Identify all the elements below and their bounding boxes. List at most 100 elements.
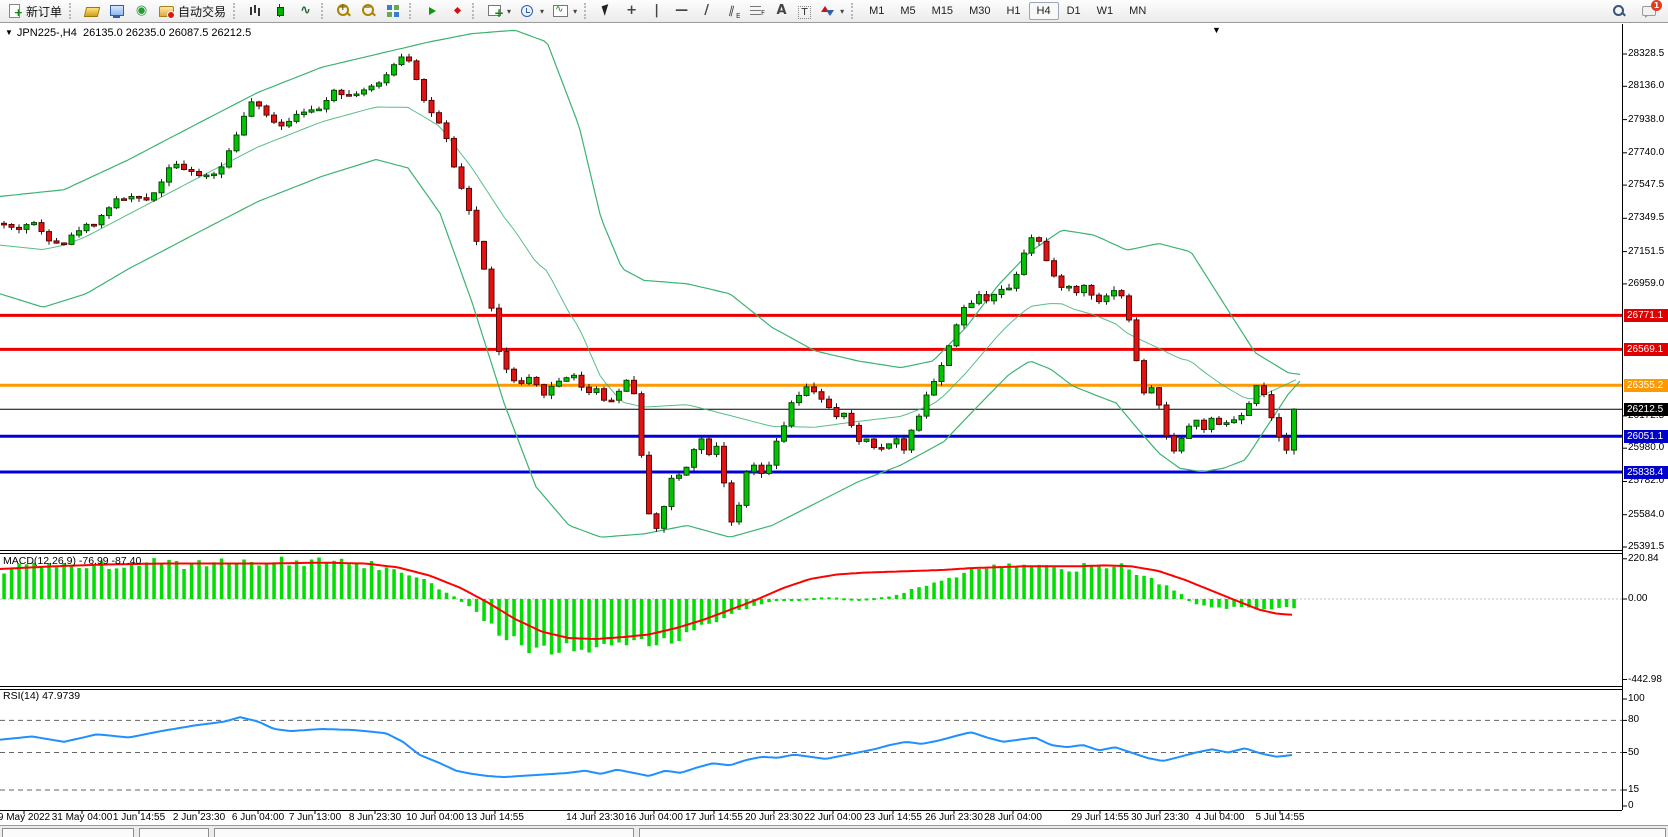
- templates-button[interactable]: ▾: [548, 2, 581, 21]
- new-order-button[interactable]: 新订单: [2, 2, 66, 21]
- time-axis-label: 13 Jun 14:55: [466, 812, 524, 823]
- dropdown-arrow-icon[interactable]: ▾: [840, 7, 844, 16]
- timeframe-h1[interactable]: H1: [998, 2, 1028, 20]
- chart-title: ▼JPN225-,H4 26135.0 26235.0 26087.5 2621…: [5, 27, 251, 39]
- price-axis-tick: 27740.0: [1628, 147, 1664, 159]
- timeframe-m5[interactable]: M5: [892, 2, 923, 20]
- dropdown-arrow-icon[interactable]: ▾: [507, 7, 511, 16]
- timeframe-w1[interactable]: W1: [1089, 2, 1122, 20]
- toolbar-group-separator: [321, 3, 327, 19]
- horizontal-line-icon: —: [673, 3, 690, 19]
- price-axis-tick: 26959.0: [1628, 278, 1664, 290]
- price-axis-tick: 0: [1628, 800, 1634, 812]
- period-clock-icon: [519, 3, 536, 19]
- notification-badge: 1: [1651, 0, 1662, 11]
- toolbar-group-separator: [472, 3, 478, 19]
- time-axis-label: 17 Jun 14:55: [685, 812, 743, 823]
- time-axis-label: 1 Jun 14:55: [113, 812, 165, 823]
- rsi-indicator-label: RSI(14) 47.9739: [3, 690, 80, 702]
- current-price-label: 26212.5: [1624, 403, 1668, 416]
- dropdown-arrow-icon[interactable]: ▾: [573, 7, 577, 16]
- bar-chart-icon: [247, 3, 264, 19]
- zoom-out-icon: −: [360, 3, 377, 19]
- period-clock-button[interactable]: ▾: [515, 2, 548, 21]
- price-axis-tick: 0.00: [1628, 593, 1647, 605]
- trendline-icon: /: [698, 3, 715, 19]
- chat-button[interactable]: 1: [1637, 2, 1662, 21]
- auto-scroll-button[interactable]: [419, 2, 444, 21]
- timeframe-m30[interactable]: M30: [961, 2, 998, 20]
- new-chart-icon: [486, 3, 503, 19]
- price-axis-tick: -442.98: [1628, 674, 1662, 686]
- price-line-label: 26355.2: [1624, 379, 1668, 392]
- status-bar: [0, 825, 1668, 837]
- timeframe-mn[interactable]: MN: [1121, 2, 1154, 20]
- price-axis-tick: 15: [1628, 784, 1639, 796]
- trendline-button[interactable]: /: [694, 2, 719, 21]
- fibonacci-icon: [748, 3, 765, 19]
- arrows-button[interactable]: ▾: [815, 2, 848, 21]
- line-chart-button[interactable]: ∿: [293, 2, 318, 21]
- price-axis-tick: 220.84: [1628, 553, 1659, 565]
- status-cell: [2, 828, 134, 837]
- chart-shift-icon: [448, 3, 465, 19]
- chart-shift-button[interactable]: [444, 2, 469, 21]
- market-watch-button[interactable]: [104, 2, 129, 21]
- zoom-in-button[interactable]: +: [331, 2, 356, 21]
- search-button[interactable]: [1606, 2, 1631, 21]
- timeframe-h4[interactable]: H4: [1029, 2, 1059, 20]
- chat-icon: 1: [1641, 3, 1658, 19]
- status-cell: [139, 828, 209, 837]
- time-axis-label: 22 Jun 04:00: [804, 812, 862, 823]
- status-cell: [214, 828, 634, 837]
- price-chart-canvas[interactable]: [0, 0, 1668, 837]
- new-chart-button[interactable]: ▾: [482, 2, 515, 21]
- time-axis-label: 9 May 2022: [0, 812, 50, 823]
- time-axis-label: 29 Jun 14:55: [1071, 812, 1129, 823]
- timeframe-m1[interactable]: M1: [861, 2, 892, 20]
- tile-windows-button[interactable]: [381, 2, 406, 21]
- dropdown-arrow-icon[interactable]: ▾: [540, 7, 544, 16]
- chart-shift-marker-icon[interactable]: ▼: [1212, 25, 1221, 35]
- fibonacci-button[interactable]: [744, 2, 769, 21]
- timeframe-m15[interactable]: M15: [924, 2, 961, 20]
- time-axis-label: 31 May 04:00: [52, 812, 113, 823]
- timeframe-d1[interactable]: D1: [1059, 2, 1089, 20]
- price-line-label: 26051.1: [1624, 430, 1668, 443]
- text-label-button[interactable]: T: [794, 2, 815, 21]
- channel-icon: ∥: [721, 1, 741, 21]
- time-axis-label: 8 Jun 23:30: [349, 812, 401, 823]
- cursor-button[interactable]: [594, 2, 619, 21]
- auto-trading-button[interactable]: 自动交易: [154, 2, 230, 21]
- price-axis-tick: 25980.0: [1628, 442, 1664, 454]
- trading-terminal: 新订单◉自动交易∿+−▾▾▾+|—/∥AT▾M1M5M15M30H1H4D1W1…: [0, 0, 1668, 837]
- status-cell: [639, 828, 1666, 837]
- horizontal-line-button[interactable]: —: [669, 2, 694, 21]
- chart-dropdown-icon[interactable]: ▼: [5, 28, 13, 37]
- toolbar-group-separator: [69, 3, 75, 19]
- candlestick-button[interactable]: [268, 2, 293, 21]
- price-axis-tick: 100: [1628, 693, 1645, 705]
- price-line-label: 26569.1: [1624, 343, 1668, 356]
- signals-button[interactable]: ◉: [129, 2, 154, 21]
- time-axis-label: 28 Jun 04:00: [984, 812, 1042, 823]
- chart-window: ▼JPN225-,H4 26135.0 26235.0 26087.5 2621…: [0, 0, 1668, 837]
- toolbar-group-separator: [851, 3, 857, 19]
- zoom-out-button[interactable]: −: [356, 2, 381, 21]
- text-icon: A: [773, 3, 790, 19]
- time-axis-label: 30 Jun 23:30: [1131, 812, 1189, 823]
- time-axis-label: 10 Jun 04:00: [406, 812, 464, 823]
- zoom-in-icon: +: [335, 3, 352, 19]
- gold-button[interactable]: [79, 2, 104, 21]
- crosshair-button[interactable]: +: [619, 2, 644, 21]
- channel-button[interactable]: ∥: [719, 2, 744, 21]
- bar-chart-button[interactable]: [243, 2, 268, 21]
- auto-trading-icon: [158, 3, 175, 19]
- time-axis-label: 5 Jul 14:55: [1256, 812, 1305, 823]
- price-axis-tick: 80: [1628, 714, 1639, 726]
- market-watch-icon: [108, 3, 125, 19]
- vertical-line-button[interactable]: |: [644, 2, 669, 21]
- price-line-label: 25838.4: [1624, 466, 1668, 479]
- price-axis-tick: 28328.5: [1628, 48, 1664, 60]
- text-button[interactable]: A: [769, 2, 794, 21]
